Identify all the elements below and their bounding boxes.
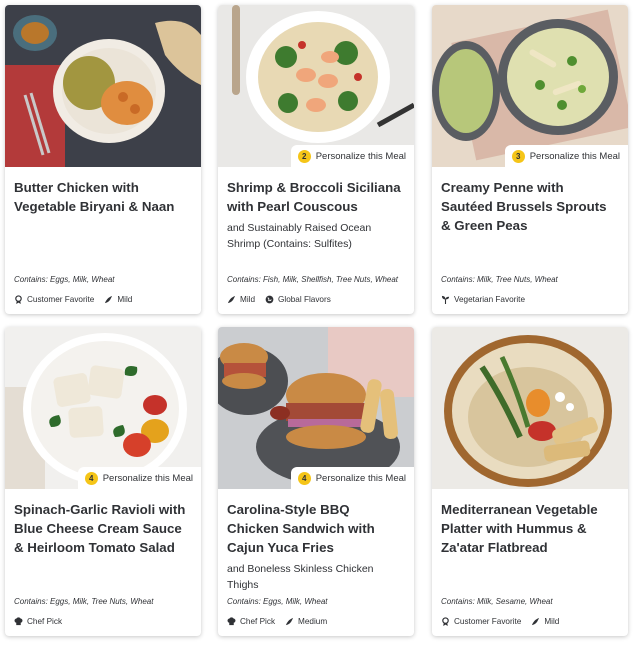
meal-photo: 3 Personalize this Meal	[432, 5, 628, 167]
tag-spice-level: Mild	[531, 617, 559, 626]
tag-label: Global Flavors	[278, 295, 331, 304]
chili-pepper-icon	[285, 617, 294, 626]
tag-global-flavors: Global Flavors	[265, 295, 331, 304]
tag-customer-favorite: Customer Favorite	[441, 617, 521, 626]
chef-hat-icon	[14, 617, 23, 626]
tag-spice-level: Medium	[285, 617, 327, 626]
tag-spice-level: Mild	[227, 295, 255, 304]
personalize-badge[interactable]: 3 Personalize this Meal	[504, 145, 628, 167]
chili-pepper-icon	[532, 617, 540, 626]
meal-tags: Customer Favorite Mild	[14, 295, 142, 304]
meal-card[interactable]: 3 Personalize this Meal Creamy Penne wit…	[432, 5, 628, 314]
creamy-penne-photo	[432, 5, 628, 167]
tag-vegetarian-favorite: Vegetarian Favorite	[441, 295, 525, 304]
meal-tags: Customer Favorite Mild	[441, 617, 569, 626]
meal-tags: Chef Pick Medium	[227, 617, 337, 626]
personalize-badge[interactable]: 4 Personalize this Meal	[290, 467, 414, 489]
allergen-info: Contains: Milk, Sesame, Wheat	[441, 597, 553, 606]
meal-card[interactable]: 4 Personalize this Meal Carolina-Style B…	[218, 327, 414, 636]
ribbon-icon	[442, 617, 449, 626]
chili-pepper-icon	[227, 295, 236, 304]
spinach-ravioli-photo	[5, 327, 201, 489]
shrimp-broccoli-photo	[218, 5, 414, 167]
tag-label: Chef Pick	[27, 617, 63, 626]
meal-title[interactable]: Carolina-Style BBQ Chicken Sandwich with…	[227, 500, 405, 557]
allergen-info: Contains: Eggs, Milk, Wheat	[227, 597, 328, 606]
meal-photo: 4 Personalize this Meal	[5, 327, 201, 489]
tag-label: Chef Pick	[240, 617, 276, 626]
chef-hat-icon	[227, 617, 236, 626]
allergen-info: Contains: Milk, Tree Nuts, Wheat	[441, 275, 558, 284]
tag-customer-favorite: Customer Favorite	[14, 295, 94, 304]
meal-tags: Chef Pick	[14, 617, 72, 626]
meal-title[interactable]: Creamy Penne with Sautéed Brussels Sprou…	[441, 178, 619, 235]
tag-chef-pick: Chef Pick	[14, 617, 62, 626]
tag-label: Mild	[544, 617, 560, 626]
personalize-count: 3	[511, 149, 525, 163]
personalize-count: 4	[297, 471, 311, 485]
tag-label: Customer Favorite	[27, 295, 95, 304]
personalize-label: Personalize this Meal	[529, 150, 620, 162]
tag-label: Mild	[240, 295, 256, 304]
meal-title[interactable]: Spinach-Garlic Ravioli with Blue Cheese …	[14, 500, 192, 557]
personalize-label: Personalize this Meal	[102, 472, 193, 484]
sprout-icon	[441, 295, 450, 304]
meal-subtitle: and Boneless Skinless Chicken Thighs	[227, 563, 374, 591]
meal-card[interactable]: Mediterranean Vegetable Platter with Hum…	[432, 327, 628, 636]
meal-photo: 2 Personalize this Meal	[218, 5, 414, 167]
tag-spice-level: Mild	[104, 295, 132, 304]
meal-subtitle: and Sustainably Raised Ocean Shrimp (Con…	[227, 222, 372, 250]
globe-icon	[265, 295, 274, 304]
personalize-badge[interactable]: 4 Personalize this Meal	[77, 467, 201, 489]
meal-card[interactable]: 2 Personalize this Meal Shrimp & Broccol…	[218, 5, 414, 314]
meal-photo	[5, 5, 201, 167]
mediterranean-platter-photo	[432, 327, 628, 489]
butter-chicken-photo	[5, 5, 201, 167]
allergen-info: Contains: Fish, Milk, Shellfish, Tree Nu…	[227, 275, 399, 284]
meal-card[interactable]: Butter Chicken with Vegetable Biryani & …	[5, 5, 201, 314]
chili-pepper-icon	[105, 295, 113, 304]
tag-chef-pick: Chef Pick	[227, 617, 275, 626]
ribbon-icon	[15, 295, 22, 304]
tag-label: Customer Favorite	[454, 617, 522, 626]
personalize-badge[interactable]: 2 Personalize this Meal	[290, 145, 414, 167]
personalize-count: 4	[84, 471, 98, 485]
meal-photo	[432, 327, 628, 489]
meal-title[interactable]: Mediterranean Vegetable Platter with Hum…	[441, 500, 619, 557]
meal-photo: 4 Personalize this Meal	[218, 327, 414, 489]
personalize-label: Personalize this Meal	[315, 472, 406, 484]
personalize-label: Personalize this Meal	[315, 150, 406, 162]
meal-tags: Vegetarian Favorite	[441, 295, 535, 304]
personalize-count: 2	[297, 149, 311, 163]
meal-grid: Butter Chicken with Vegetable Biryani & …	[0, 0, 634, 646]
allergen-info: Contains: Eggs, Milk, Wheat	[14, 275, 115, 284]
tag-label: Mild	[117, 295, 133, 304]
meal-title[interactable]: Butter Chicken with Vegetable Biryani & …	[14, 178, 192, 216]
tag-label: Vegetarian Favorite	[454, 295, 526, 304]
tag-label: Medium	[298, 617, 328, 626]
bbq-sandwich-photo	[218, 327, 414, 489]
meal-title[interactable]: Shrimp & Broccoli Siciliana with Pearl C…	[227, 178, 405, 216]
meal-tags: Mild Global Flavors	[227, 295, 341, 304]
allergen-info: Contains: Eggs, Milk, Tree Nuts, Wheat	[14, 597, 154, 606]
meal-card[interactable]: 4 Personalize this Meal Spinach-Garlic R…	[5, 327, 201, 636]
